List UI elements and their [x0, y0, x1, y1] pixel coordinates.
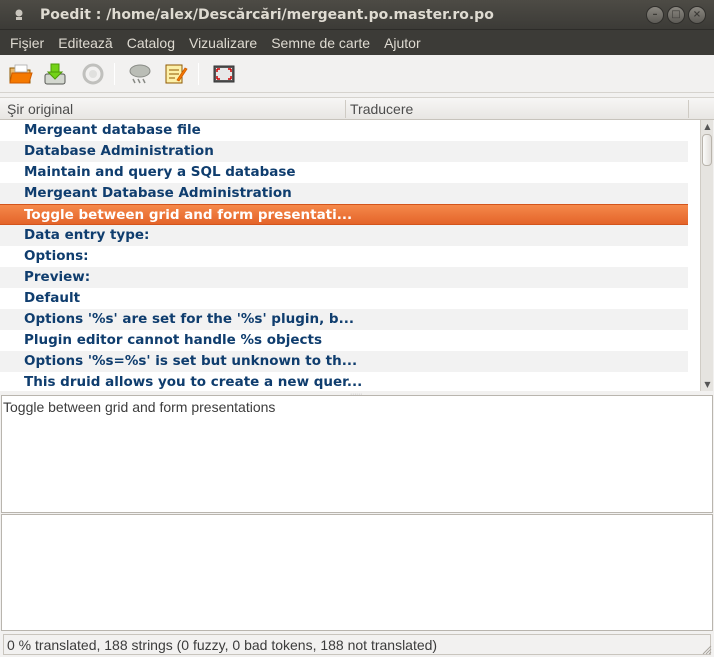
string-row[interactable]: Mergeant database file — [0, 120, 688, 141]
scroll-thumb[interactable] — [702, 134, 712, 166]
string-row[interactable]: Data entry type: — [0, 225, 688, 246]
menu-bar: Fişier Editează Catalog Vizualizare Semn… — [0, 30, 714, 55]
minimize-button[interactable]: – — [646, 6, 664, 24]
string-row[interactable]: Options '%s=%s' is set but unknown to th… — [0, 351, 688, 372]
translation-editor[interactable] — [1, 514, 713, 631]
menu-view[interactable]: Vizualizare — [182, 35, 264, 51]
list-header: Şir original Traducere — [0, 97, 714, 120]
menu-file[interactable]: Fişier — [3, 35, 51, 51]
menu-help[interactable]: Ajutor — [377, 35, 428, 51]
minimize-icon: – — [652, 9, 658, 20]
strings-list[interactable]: Mergeant database file Database Administr… — [0, 120, 700, 391]
string-row[interactable]: Default — [0, 288, 688, 309]
scroll-up-arrow-icon[interactable]: ▲ — [702, 121, 713, 132]
update-button[interactable] — [80, 62, 106, 86]
column-separator[interactable] — [688, 100, 689, 118]
scroll-down-arrow-icon[interactable]: ▼ — [702, 379, 713, 390]
maximize-button[interactable]: □ — [667, 6, 685, 24]
menu-edit[interactable]: Editează — [51, 35, 119, 51]
open-button[interactable] — [8, 62, 34, 86]
string-row[interactable]: Plugin editor cannot handle %s objects — [0, 330, 688, 351]
fullscreen-button[interactable] — [211, 62, 237, 86]
update-catalog-icon — [82, 63, 104, 85]
original-text-pane: Toggle between grid and form presentatio… — [1, 395, 713, 513]
fullscreen-icon — [213, 65, 235, 83]
column-separator[interactable] — [345, 100, 346, 118]
toolbar-separator — [198, 63, 199, 85]
string-row[interactable]: Options: — [0, 246, 688, 267]
toolbar — [0, 55, 714, 93]
column-original[interactable]: Şir original — [7, 101, 73, 117]
column-translation[interactable]: Traducere — [350, 101, 413, 117]
maximize-icon: □ — [671, 9, 681, 20]
open-folder-icon — [9, 64, 33, 84]
toolbar-separator — [114, 63, 115, 85]
string-row[interactable]: Preview: — [0, 267, 688, 288]
window-title: Poedit : /home/alex/Descărcări/mergeant.… — [40, 7, 494, 23]
status-bar: 0 % translated, 188 strings (0 fuzzy, 0 … — [0, 632, 714, 657]
menu-catalog[interactable]: Catalog — [120, 35, 182, 51]
string-row[interactable]: Mergeant Database Administration — [0, 183, 688, 204]
comment-icon — [165, 64, 188, 84]
status-text: 0 % translated, 188 strings (0 fuzzy, 0 … — [7, 637, 438, 653]
menu-bookmarks[interactable]: Semne de carte — [264, 35, 377, 51]
string-row[interactable]: This druid allows you to create a new qu… — [0, 372, 688, 391]
close-button[interactable]: × — [688, 6, 706, 24]
save-button[interactable] — [42, 62, 68, 86]
comment-button[interactable] — [162, 62, 188, 86]
string-row[interactable]: Options '%s' are set for the '%s' plugin… — [0, 309, 688, 330]
list-scrollbar[interactable]: ▲ ▼ — [700, 120, 713, 391]
resize-grip-icon[interactable] — [702, 645, 712, 655]
string-row[interactable]: Database Administration — [0, 141, 688, 162]
validate-button[interactable] — [127, 62, 153, 86]
original-text: Toggle between grid and form presentatio… — [3, 399, 276, 415]
string-row[interactable]: Toggle between grid and form presentati.… — [0, 204, 688, 225]
close-icon: × — [692, 9, 702, 20]
validate-icon — [129, 64, 151, 84]
string-row[interactable]: Maintain and query a SQL database — [0, 162, 688, 183]
save-icon — [44, 63, 66, 85]
poedit-app-icon — [15, 9, 23, 20]
title-bar: Poedit : /home/alex/Descărcări/mergeant.… — [0, 0, 714, 30]
